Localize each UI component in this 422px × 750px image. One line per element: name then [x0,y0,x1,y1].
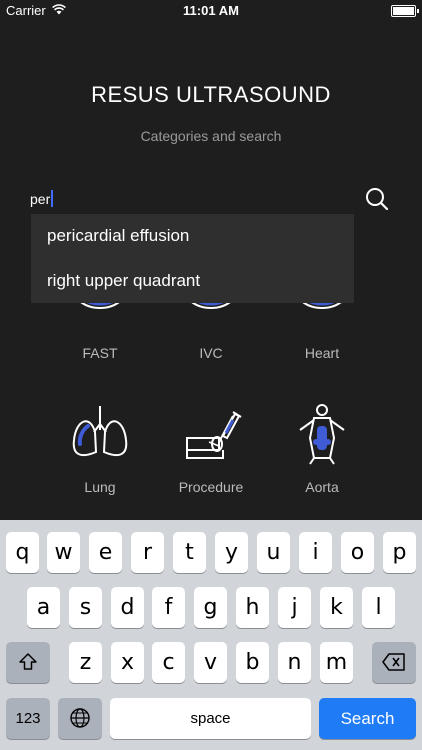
search-input[interactable]: per [30,190,54,207]
suggestion-item[interactable]: right upper quadrant [31,259,354,304]
shift-icon [19,653,37,670]
key-h[interactable]: h [236,587,269,628]
globe-key[interactable] [58,698,102,739]
category-label: Lung [84,479,116,495]
globe-icon [70,708,90,728]
key-w[interactable]: w [47,532,80,573]
search-input-value: per [30,191,51,207]
category-aorta[interactable]: Aorta [267,402,377,495]
backspace-icon [382,653,405,671]
key-g[interactable]: g [194,587,227,628]
app-title: RESUS ULTRASOUND [91,82,331,107]
numbers-key[interactable]: 123 [6,698,50,739]
key-t[interactable]: t [173,532,206,573]
battery-icon [391,5,419,17]
clock: 11:01 AM [183,3,239,18]
key-j[interactable]: j [278,587,311,628]
key-u[interactable]: u [257,532,290,573]
key-m[interactable]: m [320,642,353,683]
category-procedure[interactable]: Procedure [156,402,266,495]
key-s[interactable]: s [69,587,102,628]
lung-icon [72,406,128,457]
aorta-body-icon [299,404,345,465]
category-label: Procedure [178,479,244,495]
key-n[interactable]: n [278,642,311,683]
app-subtitle: Categories and search [140,128,282,144]
status-bar: Carrier 11:01 AM [0,0,422,22]
key-p[interactable]: p [383,532,416,573]
key-v[interactable]: v [194,642,227,683]
suggestion-item[interactable]: pericardial effusion [31,214,354,259]
category-label: FAST [82,345,118,361]
space-key[interactable]: space [110,698,311,739]
key-k[interactable]: k [320,587,353,628]
key-q[interactable]: q [6,532,39,573]
key-d[interactable]: d [111,587,144,628]
category-label: IVC [199,345,223,361]
key-e[interactable]: e [89,532,122,573]
search-suggestions: pericardial effusion right upper quadran… [31,214,354,303]
procedure-syringe-icon [186,411,242,459]
key-y[interactable]: y [215,532,248,573]
text-caret [51,190,54,207]
category-lung[interactable]: Lung [45,402,155,495]
search-key[interactable]: Search [319,698,416,739]
key-o[interactable]: o [341,532,374,573]
category-label: Heart [304,345,340,361]
backspace-key[interactable] [372,642,416,683]
key-f[interactable]: f [152,587,185,628]
key-b[interactable]: b [236,642,269,683]
category-label: Aorta [305,479,339,495]
keyboard: q w e r t y u i o p a s d f g h j k l z … [0,520,422,750]
key-a[interactable]: a [27,587,60,628]
shift-key[interactable] [6,642,50,683]
key-x[interactable]: x [111,642,144,683]
key-z[interactable]: z [69,642,102,683]
key-i[interactable]: i [299,532,332,573]
key-l[interactable]: l [362,587,395,628]
key-c[interactable]: c [152,642,185,683]
key-r[interactable]: r [131,532,164,573]
search-icon[interactable] [364,186,390,212]
